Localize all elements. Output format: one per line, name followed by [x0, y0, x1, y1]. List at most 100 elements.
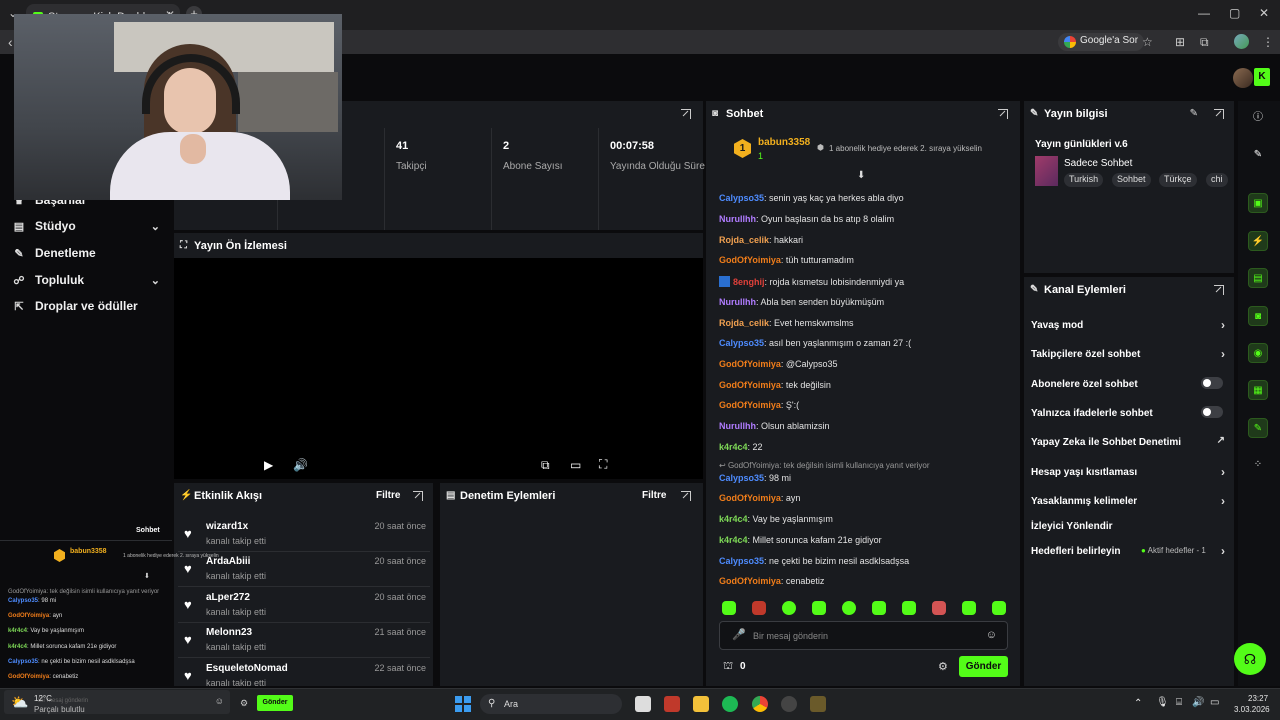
wrench-icon[interactable]: ✎	[1248, 418, 1268, 438]
user-avatar[interactable]	[1233, 68, 1253, 88]
activity-username[interactable]: wizard1x	[206, 521, 248, 532]
chat-username[interactable]: Nurullhh	[719, 421, 756, 431]
expand-icon[interactable]	[1214, 285, 1224, 295]
chat-username[interactable]: GodOfYoimiya	[719, 359, 781, 369]
mini-pinned-username[interactable]: babun3358	[70, 548, 107, 555]
mini-username[interactable]: GodOfYoimiya	[8, 674, 49, 680]
send-button[interactable]: Gönder	[959, 656, 1008, 677]
emote-icon[interactable]	[992, 601, 1006, 615]
mini-gear-icon[interactable]: ⚙	[240, 698, 248, 709]
raid-row[interactable]: İzleyici Yönlendir	[1031, 521, 1229, 532]
ai-moderation-row[interactable]: Yapay Zeka ile Sohbet Denetimi ↗	[1031, 435, 1229, 448]
activity-username[interactable]: EsqueletoNomad	[206, 663, 288, 674]
lightning-icon[interactable]: ⚡	[1248, 231, 1268, 251]
mini-emoji-icon[interactable]: ☺	[215, 696, 224, 706]
volume-icon[interactable]: 🔊	[293, 458, 308, 472]
chat-settings-gear-icon[interactable]: ⚙	[938, 660, 948, 673]
chat-username[interactable]: GodOfYoimiya	[719, 400, 781, 410]
spotify-icon[interactable]	[722, 696, 738, 712]
chat-username[interactable]: Nurullhh	[719, 214, 756, 224]
browser-menu-icon[interactable]: ⋮	[1262, 35, 1274, 49]
emote-icon[interactable]	[932, 601, 946, 615]
bookmark-star-icon[interactable]: ☆	[1142, 35, 1153, 49]
microphone-icon[interactable]: 🎤	[732, 628, 746, 641]
battery-icon[interactable]: ▭	[1210, 697, 1219, 708]
nav-item-drops[interactable]: ⇱ Droplar ve ödüller	[12, 299, 162, 313]
stream-preview-player[interactable]	[174, 258, 703, 479]
nav-item-studio[interactable]: ▤ Stüdyo ⌄	[12, 219, 162, 233]
close-window-icon[interactable]: ✕	[1259, 6, 1269, 20]
app-icon[interactable]	[810, 696, 826, 712]
chat-username[interactable]: Calypso35	[719, 473, 764, 483]
pinned-username[interactable]: babun3358	[758, 137, 810, 148]
subscribers-only-toggle[interactable]	[1201, 377, 1223, 389]
theater-mode-icon[interactable]: ▭	[570, 458, 581, 472]
fullscreen-icon[interactable]: ⛶	[599, 457, 607, 472]
picture-in-picture-icon[interactable]: ⧉	[541, 458, 550, 473]
emote-icon[interactable]	[752, 601, 766, 615]
kick-logo-icon[interactable]: K	[1254, 68, 1270, 86]
chat-username[interactable]: Calypso35	[719, 193, 764, 203]
app-icon[interactable]	[664, 696, 680, 712]
slow-mode-row[interactable]: Yavaş mod ›	[1031, 318, 1229, 332]
expand-icon[interactable]	[681, 109, 691, 119]
chrome-icon[interactable]	[752, 696, 768, 712]
emote-icon[interactable]	[842, 601, 856, 615]
mini-username[interactable]: GodOfYoimiya	[8, 613, 49, 619]
mini-scroll-icon[interactable]: ⬇	[144, 572, 150, 580]
expand-icon[interactable]	[998, 109, 1008, 119]
chat-icon[interactable]: ◙	[1248, 306, 1268, 326]
chat-username[interactable]: GodOfYoimiya	[719, 576, 781, 586]
chat-username[interactable]: k4r4c4	[719, 514, 748, 524]
task-view-icon[interactable]	[635, 696, 651, 712]
chat-username[interactable]: Rojda_celik	[719, 318, 769, 328]
emote-icon[interactable]	[872, 601, 886, 615]
channel-points-icon[interactable]: ⛫	[723, 660, 733, 674]
moderation-filter-button[interactable]: Filtre	[642, 490, 666, 501]
minimize-icon[interactable]: —	[1198, 6, 1210, 20]
app-icon[interactable]	[781, 696, 797, 712]
category-name[interactable]: Sadece Sohbet	[1064, 158, 1132, 169]
activity-username[interactable]: aLper272	[206, 592, 250, 603]
screen-icon[interactable]: ▣	[1248, 193, 1268, 213]
edit-pencil-icon[interactable]: ✎	[1190, 108, 1198, 119]
network-icon[interactable]: ⌸	[1176, 697, 1182, 708]
clock-date[interactable]: 3.03.2026	[1234, 705, 1270, 714]
media-control-icon[interactable]: ⊞	[1175, 35, 1185, 49]
chat-input[interactable]: 🎤 Bir mesaj gönderin ☺	[719, 621, 1008, 650]
emote-icon[interactable]	[812, 601, 826, 615]
support-headset-icon[interactable]: ☊	[1234, 643, 1266, 675]
pencil-icon[interactable]: ✎	[1248, 145, 1268, 165]
emote-icon[interactable]	[722, 601, 736, 615]
chat-username[interactable]: Calypso35	[719, 556, 764, 566]
expand-icon[interactable]	[1214, 109, 1224, 119]
google-ask-button[interactable]: Google'a Sor	[1058, 33, 1145, 51]
mini-send-button[interactable]: Gönder	[257, 695, 293, 711]
windows-start-icon[interactable]	[455, 696, 471, 712]
clock-time[interactable]: 23:27	[1248, 694, 1268, 703]
mini-username[interactable]: Calypso35	[8, 598, 38, 604]
expand-icon[interactable]	[413, 491, 423, 501]
extensions-icon[interactable]: ⧉	[1200, 35, 1209, 50]
tray-chevron-icon[interactable]: ⌃	[1134, 698, 1142, 709]
emoji-icon[interactable]: ☺	[986, 629, 997, 641]
maximize-icon[interactable]: ▢	[1229, 6, 1240, 20]
emote-icon[interactable]	[902, 601, 916, 615]
emotes-only-toggle[interactable]	[1201, 406, 1223, 418]
play-icon[interactable]: ▶	[264, 458, 273, 472]
taskbar-search[interactable]: ⚲ Ara	[480, 694, 622, 714]
chat-username[interactable]: k4r4c4	[719, 535, 748, 545]
chat-username[interactable]: Rojda_celik	[719, 235, 769, 245]
back-arrow-icon[interactable]: ‹	[8, 34, 13, 50]
layout-icon[interactable]: ▦	[1248, 380, 1268, 400]
mini-username[interactable]: k4r4c4	[8, 628, 27, 634]
mini-username[interactable]: Calypso35	[8, 659, 38, 665]
followers-only-row[interactable]: Takipçilere özel sohbet ›	[1031, 347, 1229, 361]
document-icon[interactable]: ▤	[1248, 268, 1268, 288]
activity-filter-button[interactable]: Filtre	[376, 490, 400, 501]
goals-row[interactable]: Hedefleri belirleyin ● Aktif hedefler - …	[1031, 544, 1229, 558]
microphone-tray-icon[interactable]: 🎙	[1156, 697, 1169, 708]
chat-username[interactable]: Nurullhh	[719, 297, 756, 307]
chat-username[interactable]: GodOfYoimiya	[719, 255, 781, 265]
more-dots-icon[interactable]: ⁘	[1248, 455, 1268, 475]
